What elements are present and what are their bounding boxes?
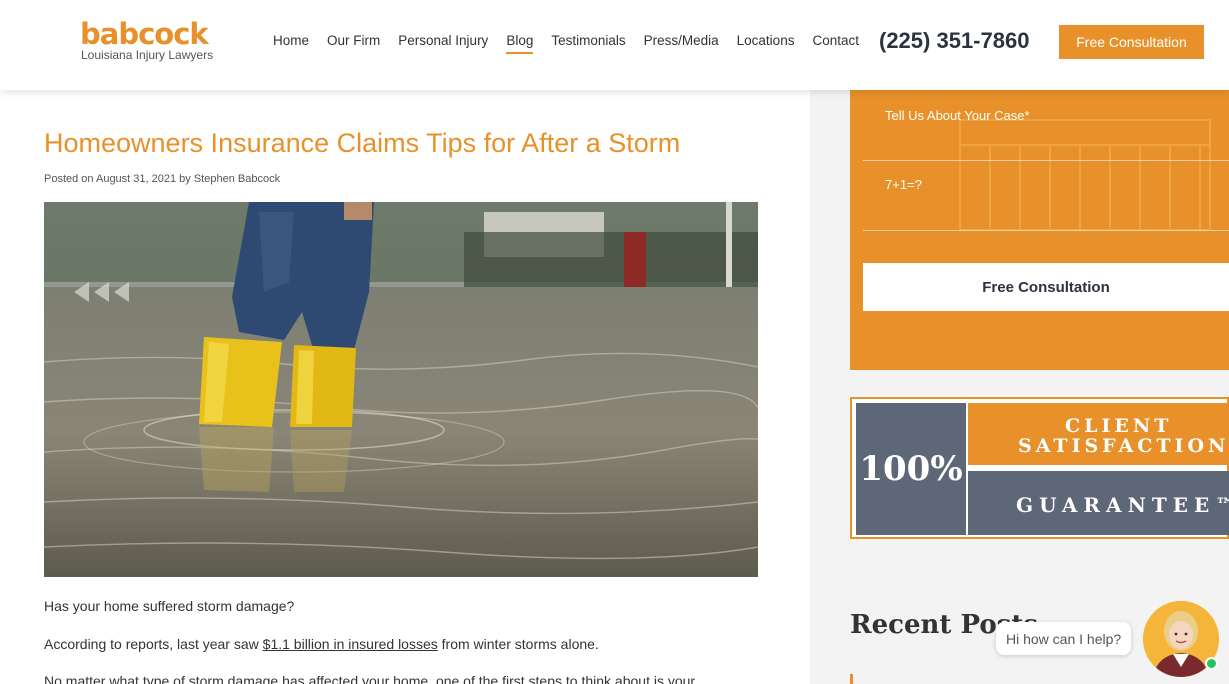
guarantee-percent-box: 100% [856, 403, 966, 535]
sidebar: Tell Us About Your Case* 7+1=? Free Cons… [810, 90, 1229, 684]
main-nav: Home Our Firm Personal Injury Blog Testi… [273, 32, 877, 54]
guarantee-line-2: SATISFACTION [1018, 435, 1229, 457]
nav-locations[interactable]: Locations [737, 32, 795, 54]
paragraph-2: According to reports, last year saw $1.1… [44, 636, 599, 652]
paragraph-2-prefix: According to reports, last year saw [44, 636, 263, 652]
case-field-label: Tell Us About Your Case* [885, 108, 1030, 123]
recent-posts-accent [850, 674, 853, 684]
guarantee-top-box: CLIENT SATISFACTION [968, 403, 1229, 465]
online-status-dot [1205, 657, 1218, 670]
guarantee-percent: 100% [859, 449, 963, 489]
guarantee-line-1: CLIENT [1065, 415, 1173, 437]
logo-wordmark: babcock [80, 17, 209, 51]
site-header: babcock Louisiana Injury Lawyers Home Ou… [0, 0, 1229, 90]
guarantee-bottom-box: GUARANTEE™ [968, 471, 1229, 535]
phone-number[interactable]: (225) 351-7860 [879, 28, 1029, 54]
post-meta: Posted on August 31, 2021 by Stephen Bab… [44, 173, 281, 185]
logo-tagline: Louisiana Injury Lawyers [81, 48, 214, 62]
hero-image [44, 202, 758, 577]
insured-losses-link[interactable]: $1.1 billion in insured losses [263, 636, 438, 652]
nav-contact[interactable]: Contact [812, 32, 859, 54]
site-logo[interactable]: babcock Louisiana Injury Lawyers [80, 17, 214, 63]
case-textarea[interactable] [863, 160, 1229, 161]
guarantee-line-3: GUARANTEE™ [1016, 493, 1229, 517]
free-consultation-button[interactable]: Free Consultation [1059, 25, 1204, 59]
satisfaction-guarantee-badge: 100% CLIENT SATISFACTION GUARANTEE™ [850, 397, 1229, 539]
paragraph-1: Has your home suffered storm damage? [44, 598, 295, 614]
captcha-input[interactable] [863, 230, 1229, 231]
chat-greeting-bubble[interactable]: Hi how can I help? [996, 622, 1132, 655]
flooded-street-photo [44, 202, 758, 577]
paragraph-3: No matter what type of storm damage has … [44, 673, 696, 684]
nav-blog[interactable]: Blog [506, 32, 534, 54]
nav-testimonials[interactable]: Testimonials [551, 32, 625, 54]
nav-press-media[interactable]: Press/Media [644, 32, 719, 54]
post-title: Homeowners Insurance Claims Tips for Aft… [44, 128, 681, 158]
captcha-field-label: 7+1=? [885, 177, 922, 192]
nav-personal-injury[interactable]: Personal Injury [398, 32, 488, 54]
nav-home[interactable]: Home [273, 32, 309, 54]
paragraph-2-suffix: from winter storms alone. [437, 636, 599, 652]
nav-our-firm[interactable]: Our Firm [327, 32, 380, 54]
form-submit-button[interactable]: Free Consultation [863, 263, 1229, 311]
consultation-form: Tell Us About Your Case* 7+1=? Free Cons… [850, 90, 1229, 370]
